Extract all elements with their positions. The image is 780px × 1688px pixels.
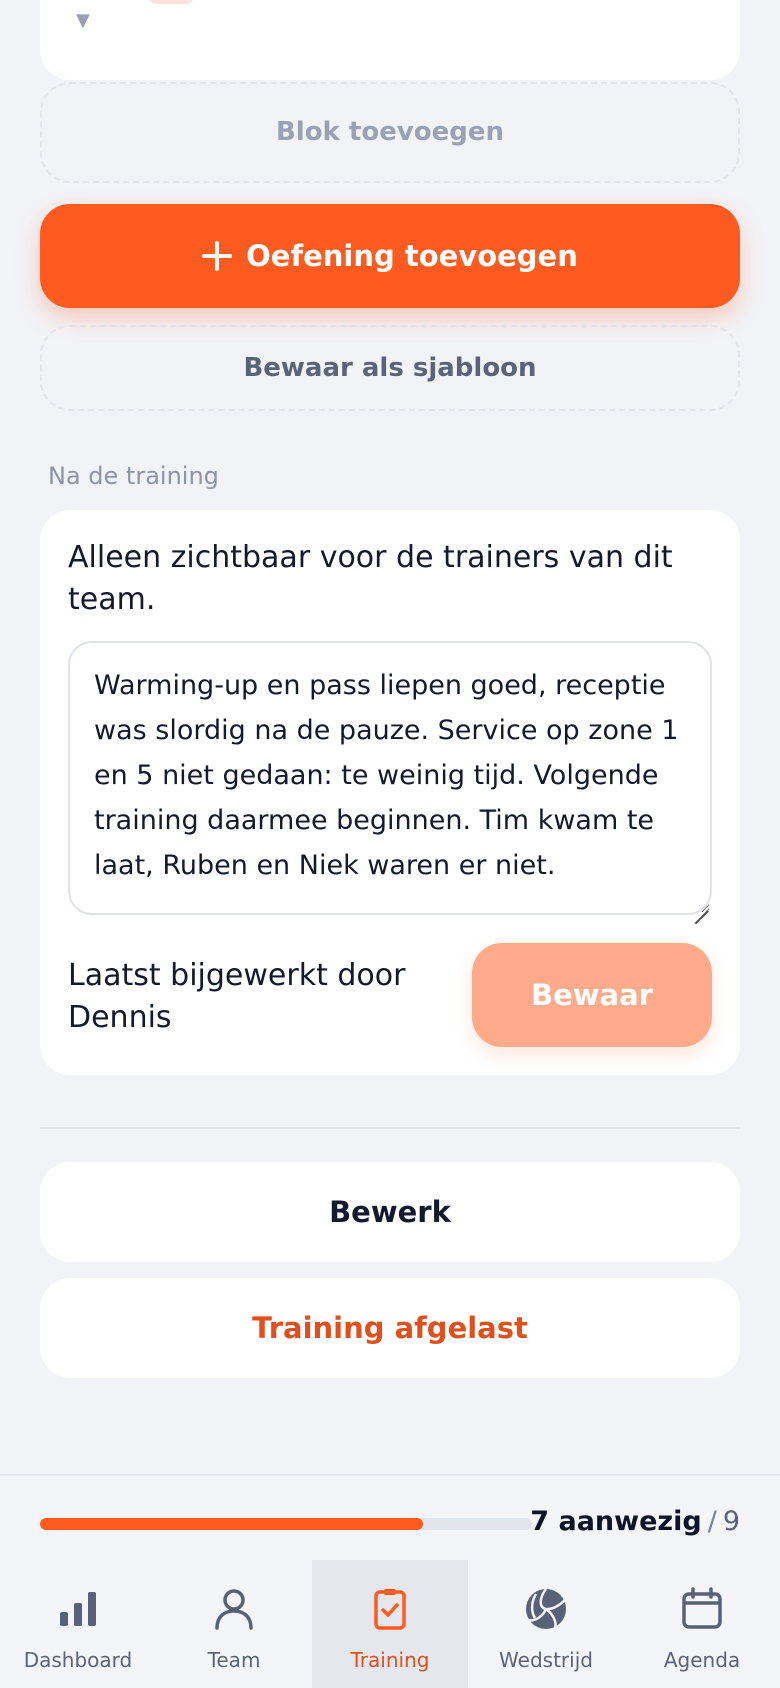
last-updated-text: Laatst bijgewerkt door Dennis <box>68 958 406 1035</box>
tag-badge <box>148 0 194 4</box>
divider <box>40 1127 740 1129</box>
bottom-tab-bar: Dashboard Team Training Wedstrijd Agenda <box>0 1560 780 1688</box>
expand-caret-icon[interactable]: ▼ <box>76 10 90 31</box>
resize-handle-icon[interactable] <box>694 898 708 912</box>
tab-agenda[interactable]: Agenda <box>624 1560 780 1688</box>
checklist-icon <box>374 1589 406 1630</box>
visibility-note: Alleen zichtbaar voor de trainers van di… <box>68 540 673 617</box>
attendance-separator: / <box>707 1506 717 1537</box>
tab-team[interactable]: Team <box>156 1560 312 1688</box>
tab-training[interactable]: Training <box>312 1560 468 1688</box>
edit-training-button[interactable]: Bewerk <box>40 1162 740 1262</box>
after-training-card: Alleen zichtbaar voor de trainers van di… <box>40 510 740 1075</box>
attendance-progress <box>40 1518 532 1530</box>
save-notes-button[interactable]: Bewaar <box>472 943 712 1047</box>
cancel-training-button[interactable]: Training afgelast <box>40 1278 740 1378</box>
bar-chart-icon <box>60 1592 96 1626</box>
add-block-button[interactable]: Blok toevoegen <box>40 82 740 183</box>
training-detail-screen: ▼ Blok toevoegen Oefening toevoegen Bewa… <box>0 0 780 1688</box>
save-as-template-button[interactable]: Bewaar als sjabloon <box>40 325 740 411</box>
volleyball-icon <box>526 1588 566 1629</box>
tab-match[interactable]: Wedstrijd <box>468 1560 624 1688</box>
add-exercise-button[interactable]: Oefening toevoegen <box>40 204 740 308</box>
calendar-icon <box>682 1587 722 1629</box>
user-icon <box>215 1589 253 1630</box>
attendance-summary: 7 aanwezig/9 <box>530 1502 740 1542</box>
attendance-present: 7 aanwezig <box>530 1506 702 1537</box>
attendance-bar[interactable]: 7 aanwezig/9 <box>0 1474 780 1560</box>
tab-label: Wedstrijd <box>499 1648 593 1672</box>
add-exercise-label: Oefening toevoegen <box>246 239 578 273</box>
section-heading-after-training: Na de training <box>48 462 219 490</box>
attendance-progress-fill <box>40 1518 423 1530</box>
tab-label: Team <box>207 1648 261 1672</box>
tab-label: Training <box>350 1648 430 1672</box>
tab-dashboard[interactable]: Dashboard <box>0 1560 156 1688</box>
attendance-total: 9 <box>722 1506 740 1537</box>
tab-label: Agenda <box>663 1648 741 1672</box>
training-notes-textarea[interactable]: Warming-up en pass liepen goed, receptie… <box>68 641 712 915</box>
plus-icon <box>202 241 233 271</box>
tab-label: Dashboard <box>23 1648 133 1672</box>
exercise-card: ▼ <box>40 0 740 80</box>
